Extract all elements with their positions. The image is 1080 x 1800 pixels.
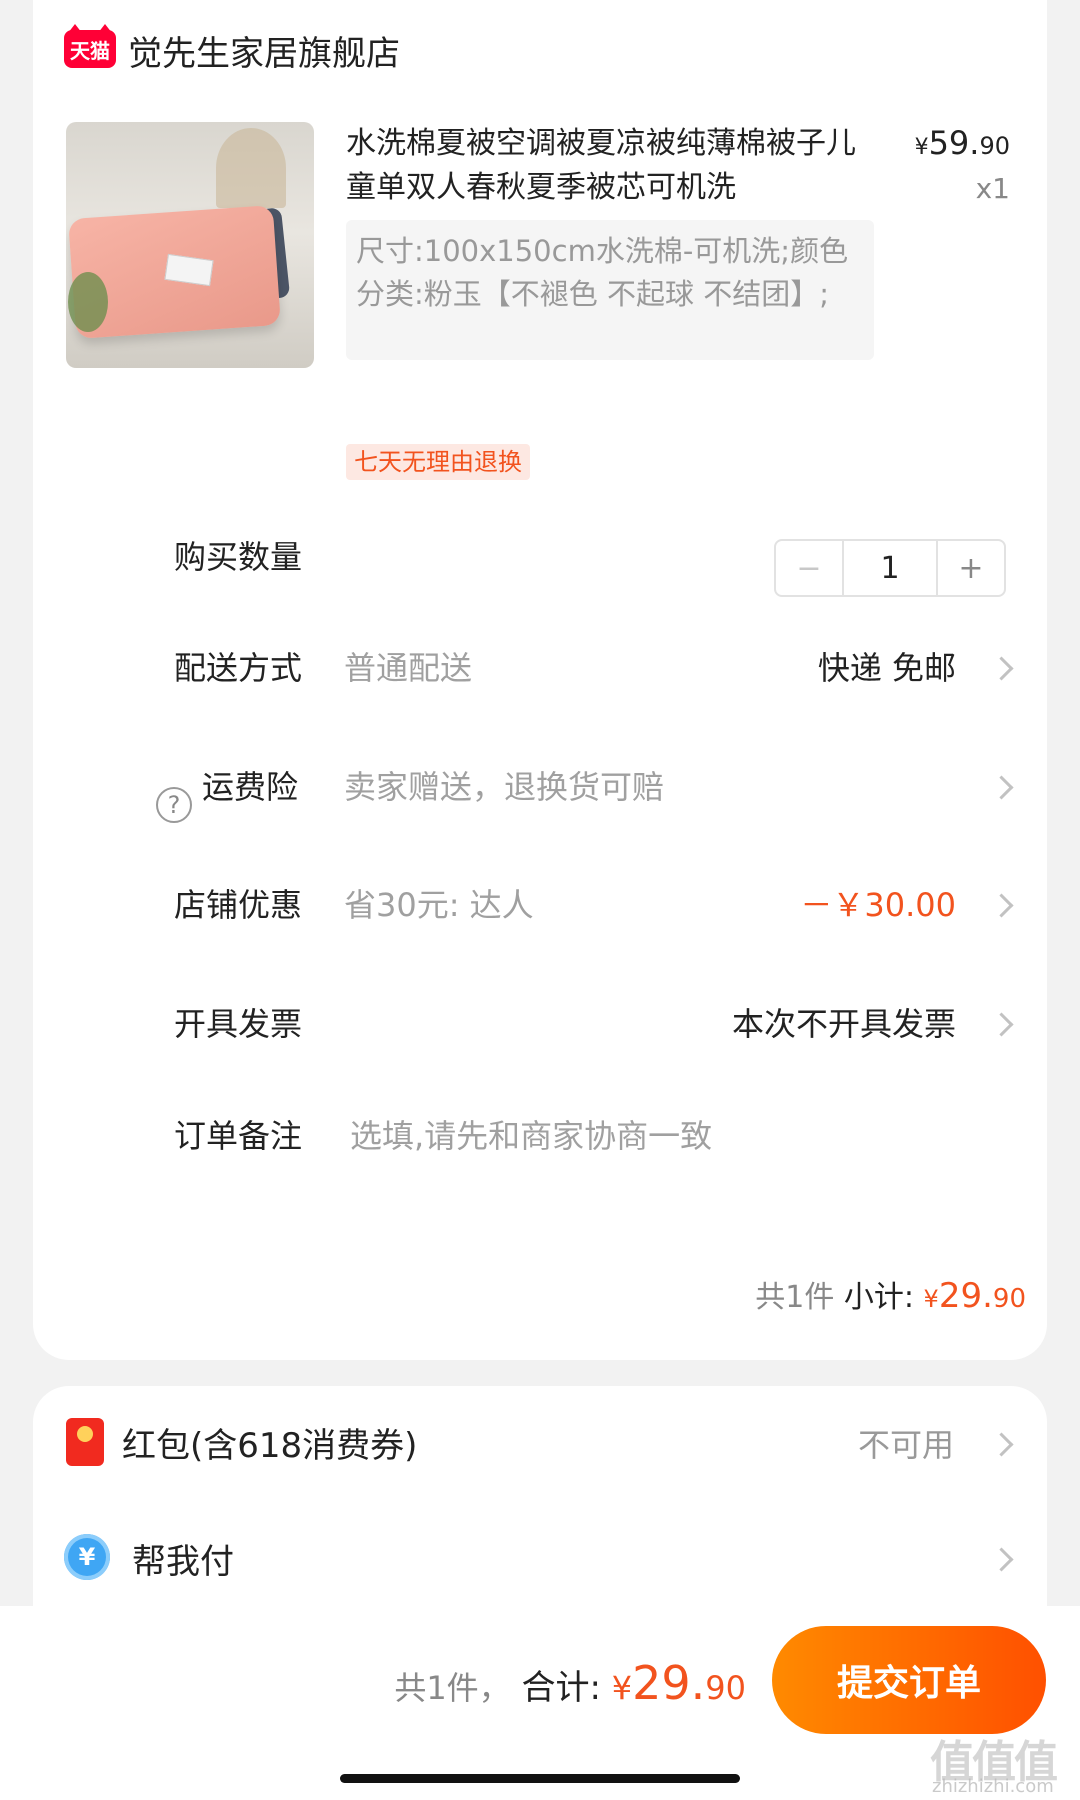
price-currency: ¥ [914, 135, 929, 160]
price-integer: 59. [928, 124, 980, 162]
red-packet-label[interactable]: 红包(含618消费券) [122, 1418, 417, 1467]
quantity-value[interactable]: 1 [844, 541, 936, 595]
tmall-logo-icon: 天猫 [64, 24, 116, 68]
help-pay-yen-icon: ¥ [64, 1534, 110, 1580]
order-subtotal: 共1件 小计: ¥29.90 [755, 1272, 1026, 1316]
checkout-bar: 共1件， 合计: ¥29.90 提交订单 值值值 zhizhizhi.com [0, 1606, 1080, 1800]
shipping-insurance-label: 运费险 [202, 768, 299, 806]
product-image[interactable] [66, 122, 314, 368]
subtotal-integer: 29. [938, 1276, 993, 1316]
total-label: 合计: [521, 1668, 612, 1708]
help-question-icon[interactable]: ? [156, 787, 192, 823]
subtotal-currency: ¥ [923, 1285, 939, 1313]
submit-order-button[interactable]: 提交订单 [772, 1626, 1046, 1734]
red-packet-status: 不可用 [857, 1426, 954, 1464]
delivery-label: 配送方式 [174, 649, 303, 687]
store-discount-value: 省30元: 达人 [344, 886, 534, 924]
total-count: 共1件， [394, 1669, 511, 1707]
order-note-input[interactable]: 选填,请先和商家协商一致 [350, 1111, 712, 1157]
total-decimal: 90 [705, 1669, 746, 1707]
store-discount-amount[interactable]: －￥30.00 [800, 880, 956, 926]
increase-quantity-button[interactable]: + [936, 541, 1004, 595]
store-name[interactable]: 觉先生家居旗舰店 [128, 26, 400, 75]
subtotal-decimal: 90 [992, 1284, 1026, 1314]
red-packet-icon [66, 1418, 104, 1466]
subtotal-label: 小计: [843, 1280, 924, 1315]
product-price: ¥59.90 [915, 124, 1010, 162]
invoice-label: 开具发票 [174, 1005, 303, 1043]
watermark-url: zhizhizhi.com [932, 1776, 1054, 1797]
order-total: 共1件， 合计: ¥29.90 [394, 1656, 746, 1710]
plant-decoration [68, 272, 108, 332]
sku-description[interactable]: 尺寸:100x150cm水洗棉-可机洗;颜色分类:粉玉【不褪色 不起球 不结团】… [346, 220, 874, 360]
store-discount-label: 店铺优惠 [174, 886, 303, 924]
delivery-method[interactable]: 快递 免邮 [818, 643, 956, 689]
product-quantity: x1 [975, 172, 1010, 205]
invoice-value[interactable]: 本次不开具发票 [732, 999, 956, 1045]
total-currency: ¥ [611, 1669, 633, 1707]
lamp-decoration [216, 128, 286, 208]
quantity-stepper[interactable]: − 1 + [774, 539, 1006, 597]
decrease-quantity-button[interactable]: − [776, 541, 844, 595]
return-policy-badge: 七天无理由退换 [346, 444, 530, 480]
quantity-label: 购买数量 [174, 538, 303, 576]
home-indicator[interactable] [340, 1774, 740, 1783]
total-integer: 29. [632, 1656, 706, 1710]
order-note-label: 订单备注 [174, 1117, 303, 1155]
tmall-logo-text: 天猫 [70, 38, 110, 63]
price-decimal: 90 [979, 132, 1010, 160]
help-pay-label[interactable]: 帮我付 [132, 1534, 234, 1583]
product-title[interactable]: 水洗棉夏被空调被夏凉被纯薄棉被子儿童单双人春秋夏季被芯可机洗 [346, 122, 876, 210]
shipping-insurance-value[interactable]: 卖家赠送，退换货可赔 [344, 762, 664, 808]
subtotal-count: 共1件 [755, 1280, 835, 1315]
delivery-value: 普通配送 [344, 649, 473, 687]
